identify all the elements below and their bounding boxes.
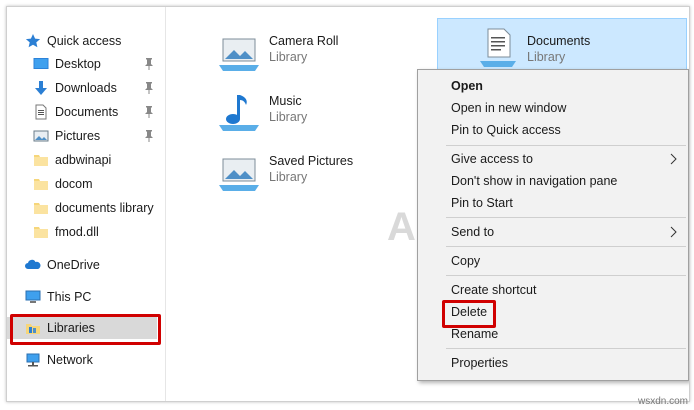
chevron-right-icon [670, 226, 678, 238]
library-name: Saved Pictures [269, 154, 354, 168]
library-saved-pictures[interactable]: Saved Pictures Library [217, 151, 417, 195]
chevron-right-icon [670, 153, 678, 165]
nav-item-fmod-dll[interactable]: fmod.dll [33, 221, 99, 243]
pin-icon[interactable] [144, 82, 154, 94]
saved-pictures-icon [217, 151, 261, 195]
camera-roll-icon [217, 31, 261, 75]
nav-network-label: Network [47, 353, 93, 367]
context-menu: Open Open in new window Pin to Quick acc… [417, 69, 689, 381]
menu-item-pin-start[interactable]: Pin to Start [418, 192, 688, 214]
menu-item-label: Don't show in navigation pane [451, 174, 618, 188]
folder-icon [33, 224, 49, 240]
pin-icon[interactable] [144, 58, 154, 70]
nav-quick-access-label: Quick access [47, 34, 122, 48]
corner-watermark: wsxdn.com [637, 396, 688, 407]
nav-item-label: fmod.dll [55, 225, 99, 239]
nav-onedrive-label: OneDrive [47, 258, 100, 272]
menu-item-give-access[interactable]: Give access to [418, 148, 688, 170]
star-icon [25, 33, 41, 49]
library-sub: Library [527, 50, 566, 64]
menu-item-label: Pin to Start [451, 196, 513, 210]
cloud-icon [25, 257, 41, 273]
menu-item-label: Pin to Quick access [451, 123, 561, 137]
library-sub: Library [269, 50, 308, 64]
nav-this-pc[interactable]: This PC [25, 286, 91, 308]
document-icon [33, 104, 49, 120]
computer-icon [25, 289, 41, 305]
desktop-icon [33, 56, 49, 72]
nav-item-pictures[interactable]: Pictures [33, 125, 100, 147]
library-camera-roll[interactable]: Camera Roll Library [217, 31, 417, 75]
menu-item-label: Open in new window [451, 101, 567, 115]
menu-separator [446, 145, 686, 146]
folder-icon [33, 200, 49, 216]
library-name: Camera Roll [269, 34, 339, 48]
menu-item-copy[interactable]: Copy [418, 250, 688, 272]
pin-icon[interactable] [144, 130, 154, 142]
file-explorer-window: Quick access Desktop Downloads Documents [6, 6, 690, 402]
documents-library-icon [476, 27, 520, 71]
nav-item-adbwinapi[interactable]: adbwinapi [33, 149, 111, 171]
menu-item-label: Open [451, 79, 483, 93]
network-icon [25, 352, 41, 368]
menu-item-label: Give access to [451, 152, 533, 166]
library-documents[interactable]: Documents Library [437, 18, 687, 76]
nav-item-downloads[interactable]: Downloads [33, 77, 117, 99]
menu-item-send-to[interactable]: Send to [418, 221, 688, 243]
nav-item-label: Desktop [55, 57, 101, 71]
music-icon [217, 91, 261, 135]
nav-item-desktop[interactable]: Desktop [33, 53, 101, 75]
library-sub: Library [269, 110, 308, 124]
menu-item-pin-quick-access[interactable]: Pin to Quick access [418, 119, 688, 141]
nav-item-label: Downloads [55, 81, 117, 95]
pictures-icon [33, 128, 49, 144]
nav-network[interactable]: Network [25, 349, 93, 371]
nav-this-pc-label: This PC [47, 290, 92, 304]
nav-item-label: documents library [55, 201, 154, 215]
download-icon [33, 80, 49, 96]
menu-item-properties[interactable]: Properties [418, 352, 688, 374]
library-sub: Library [269, 170, 308, 184]
nav-item-documents[interactable]: Documents [33, 101, 118, 123]
navigation-pane: Quick access Desktop Downloads Documents [7, 7, 166, 401]
menu-item-label: Copy [451, 254, 481, 268]
menu-item-open[interactable]: Open [418, 75, 688, 97]
nav-item-label: Pictures [55, 129, 101, 143]
library-name: Documents [527, 34, 591, 48]
menu-separator [446, 246, 686, 247]
nav-item-documents-library[interactable]: documents library [33, 197, 154, 219]
nav-item-label: docom [55, 177, 93, 191]
menu-item-label: Create shortcut [451, 283, 537, 297]
menu-item-label: Properties [451, 356, 508, 370]
library-name: Music [269, 94, 302, 108]
nav-item-docom[interactable]: docom [33, 173, 93, 195]
menu-item-label: Rename [451, 327, 499, 341]
menu-separator [446, 275, 686, 276]
menu-item-open-new-window[interactable]: Open in new window [418, 97, 688, 119]
libraries-highlight-box [10, 314, 161, 345]
folder-icon [33, 176, 49, 192]
menu-item-label: Send to [451, 225, 495, 239]
menu-item-dont-show-nav[interactable]: Don't show in navigation pane [418, 170, 688, 192]
nav-onedrive[interactable]: OneDrive [25, 254, 100, 276]
menu-item-create-shortcut[interactable]: Create shortcut [418, 279, 688, 301]
folder-icon [33, 152, 49, 168]
menu-separator [446, 217, 686, 218]
delete-highlight-box [442, 300, 496, 328]
nav-quick-access[interactable]: Quick access [25, 30, 121, 52]
library-music[interactable]: Music Library [217, 91, 417, 135]
nav-item-label: Documents [55, 105, 119, 119]
menu-separator [446, 348, 686, 349]
pin-icon[interactable] [144, 106, 154, 118]
nav-item-label: adbwinapi [55, 153, 112, 167]
